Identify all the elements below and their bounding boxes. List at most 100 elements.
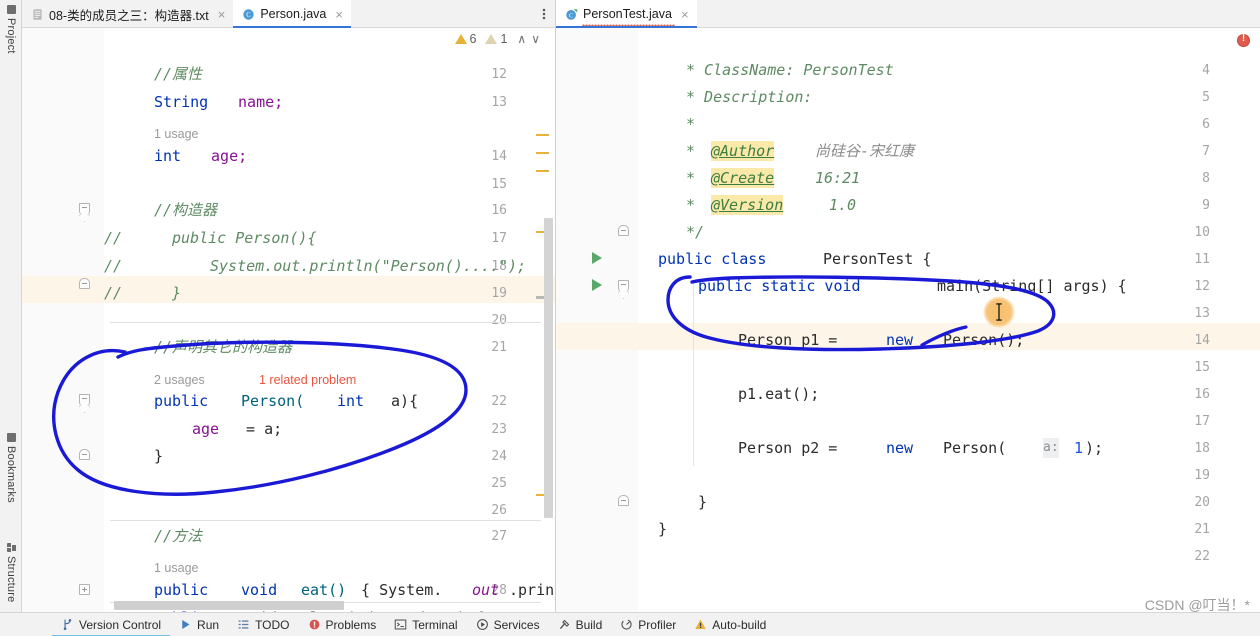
code-token: age; <box>202 147 248 165</box>
status-item-label: TODO <box>255 617 290 632</box>
run-class-icon[interactable] <box>592 252 602 264</box>
tab-label: Person.java <box>260 7 327 21</box>
svg-text:C: C <box>569 12 574 19</box>
code-token: a: <box>1043 438 1059 458</box>
svg-text:C: C <box>247 12 252 19</box>
tab-08-constructor-txt[interactable]: 08-类的成员之三：构造器.txt × <box>22 0 233 28</box>
gutter-left[interactable] <box>22 28 104 612</box>
warning-count: 1 <box>500 32 508 46</box>
code-token: void <box>232 581 278 599</box>
status-item-version-control[interactable]: Version Control <box>52 613 171 636</box>
vertical-scrollbar-thumb-left[interactable] <box>544 218 553 518</box>
status-item-label: Build <box>575 617 603 632</box>
code-token: * <box>686 169 705 187</box>
status-item-terminal[interactable]: Terminal <box>385 613 466 636</box>
next-problem-button[interactable]: ∨ <box>530 32 541 46</box>
status-item-label: Services <box>493 617 540 632</box>
code-token: @Version <box>711 195 784 215</box>
code-token: ); <box>1085 439 1104 457</box>
code-token: Person p2 = <box>738 439 847 457</box>
fold-marker-19[interactable] <box>79 278 90 289</box>
code-token: 1 related problem <box>259 373 357 387</box>
run-main-icon[interactable] <box>592 279 602 291</box>
fold-marker-16[interactable] <box>79 203 90 216</box>
code-token: System.out.println("Person()...."); <box>210 257 527 275</box>
status-item-label: Version Control <box>79 617 162 632</box>
code-token: { System. <box>352 581 443 599</box>
text-file-icon <box>33 8 42 20</box>
status-item-auto-build[interactable]: Auto-build <box>685 613 775 636</box>
code-token: 1 usage <box>154 561 199 575</box>
terminal-icon <box>394 619 407 630</box>
status-item-label: Run <box>197 617 220 632</box>
code-token: // <box>104 229 123 247</box>
warning-triangle-icon <box>485 34 498 44</box>
code-token: * <box>686 142 705 160</box>
close-icon[interactable]: × <box>335 8 343 21</box>
code-token: //声明其它的构造器 <box>154 338 293 356</box>
fold-marker-24[interactable] <box>79 449 90 460</box>
status-item-run[interactable]: Run <box>170 613 228 636</box>
code-token: public <box>154 581 209 599</box>
close-icon[interactable]: × <box>681 8 689 21</box>
code-token: a){ <box>382 392 419 410</box>
tool-window-project-label: Project <box>5 18 17 54</box>
code-token: 1 <box>1065 439 1084 457</box>
status-item-problems[interactable]: Problems <box>299 613 386 636</box>
fold-marker-20[interactable] <box>618 495 629 506</box>
code-content-right[interactable]: * ClassName: PersonTest * Description: * * … <box>638 28 1260 612</box>
code-token: Person p1 = <box>738 331 847 349</box>
gutter-right[interactable] <box>556 28 638 612</box>
tab-persontest-java[interactable]: C PersonTest.java × <box>556 0 697 28</box>
tab-overflow-menu[interactable] <box>533 0 555 27</box>
fold-marker-28[interactable] <box>79 584 90 595</box>
tab-label: 08-类的成员之三：构造器.txt <box>49 8 209 23</box>
fold-marker-22[interactable] <box>79 394 90 407</box>
status-bar: Version Control Run TODO Problems Termin… <box>0 597 1260 636</box>
status-item-label: Auto-build <box>712 617 767 632</box>
close-icon[interactable]: × <box>218 8 226 21</box>
code-token: eat() <box>292 581 347 599</box>
horizontal-scrollbar-thumb-left[interactable] <box>114 601 344 610</box>
code-token: * <box>686 196 705 214</box>
code-token: public Person(){ <box>172 229 317 247</box>
run-icon <box>182 620 190 629</box>
inspection-summary[interactable]: 6 1 ∧ ∨ <box>454 32 542 46</box>
profiler-icon <box>621 619 632 630</box>
code-token: .println("人吃 <box>509 581 555 599</box>
code-token: Person( <box>232 392 305 410</box>
editor-pane-person-java[interactable]: 121314151617181920212223242526272831 //属… <box>22 28 555 612</box>
code-token: //构造器 <box>154 201 218 219</box>
project-folder-icon <box>6 5 16 14</box>
status-item-profiler[interactable]: Profiler <box>611 613 685 636</box>
code-token: out <box>472 581 500 599</box>
scrollbar-warning-marker[interactable] <box>536 170 549 172</box>
tool-window-project[interactable]: Project <box>0 2 22 54</box>
code-content-left[interactable]: //属性 String name; 1 usage int age; //构造器 // pu… <box>104 28 555 612</box>
status-item-todo[interactable]: TODO <box>228 613 298 636</box>
left-tool-strip: Project Bookmarks Structure <box>0 0 22 612</box>
error-status-icon[interactable] <box>1237 33 1250 47</box>
tab-person-java[interactable]: C Person.java × <box>233 0 351 28</box>
status-item-label: Terminal <box>412 617 458 632</box>
fold-marker-10[interactable] <box>618 225 629 236</box>
scrollbar-warning-marker[interactable] <box>536 152 549 154</box>
ide-window: Project Bookmarks Structure 08-类的成员之三：构造… <box>0 0 1260 636</box>
code-token: } <box>172 284 182 302</box>
branch-icon <box>63 618 72 631</box>
fold-marker-12[interactable] <box>618 280 629 293</box>
code-token: public <box>154 392 209 410</box>
prev-problem-button[interactable]: ∧ <box>516 32 527 46</box>
scrollbar-warning-marker[interactable] <box>536 134 549 136</box>
code-token: 2 usages <box>154 373 205 387</box>
code-token: Person(); <box>934 331 1025 349</box>
more-vertical-icon <box>542 8 546 19</box>
editor-pane-persontest-java[interactable]: 4 5 6 7 8 9 10 11 12 13 14 15 16 17 18 19 20 21 22 * Class… <box>555 28 1260 612</box>
watermark-text: CSDN @叮当！* <box>1144 597 1250 613</box>
tool-window-bookmarks[interactable]: Bookmarks <box>0 430 22 503</box>
code-token: PersonTest { <box>814 250 932 268</box>
status-item-services[interactable]: Services <box>467 613 549 636</box>
status-item-build[interactable]: Build <box>549 613 612 636</box>
tool-window-structure[interactable]: Structure <box>0 540 22 602</box>
code-token: 尚硅谷-宋红康 <box>815 142 915 160</box>
